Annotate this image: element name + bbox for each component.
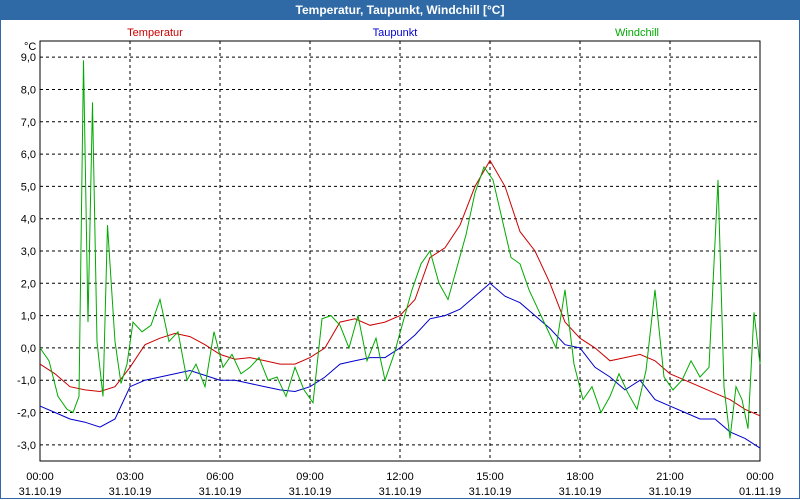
x-tick-date: 31.10.19	[109, 486, 152, 498]
y-tick-label: 3,0	[21, 246, 36, 258]
y-tick-label: 9,0	[21, 52, 36, 64]
y-axis-label: °C	[24, 41, 36, 53]
chart-svg: -3,0 -2,0 -1,0 0,0 1,0 2,0 3,0 4,0 5,0 6,0 7,0 8,0 9…	[17, 27, 781, 498]
x-tick-time: 21:00	[656, 471, 684, 483]
x-tick-date: 31.10.19	[469, 486, 512, 498]
y-tick-label: 6,0	[21, 149, 36, 161]
y-tick-label: -1,0	[17, 375, 36, 387]
y-tick-label: -3,0	[17, 440, 36, 452]
y-axis: -3,0 -2,0 -1,0 0,0 1,0 2,0 3,0 4,0 5,0 6,0 7,0 8,0 9…	[17, 52, 36, 452]
y-tick-label: 4,0	[21, 214, 36, 226]
x-tick-date: 01.11.19	[739, 486, 781, 498]
y-tick-label: 0,0	[21, 343, 36, 355]
x-tick-time: 03:00	[116, 471, 144, 483]
x-tick-date: 31.10.19	[289, 486, 332, 498]
legend-temperatur: Temperatur	[127, 27, 183, 39]
legend-windchill: Windchill	[615, 27, 659, 39]
grid	[40, 41, 760, 461]
y-tick-label: -2,0	[17, 408, 36, 420]
x-tick-date: 31.10.19	[199, 486, 242, 498]
x-tick-time: 15:00	[476, 471, 504, 483]
y-tick-label: 2,0	[21, 278, 36, 290]
y-tick-label: 7,0	[21, 117, 36, 129]
x-axis: 00:00 31.10.19 03:00 31.10.19 06:00 31.10.19 0…	[19, 471, 781, 498]
x-tick-date: 31.10.19	[649, 486, 692, 498]
y-tick-label: 8,0	[21, 84, 36, 96]
x-tick-time: 18:00	[566, 471, 594, 483]
x-tick-time: 09:00	[296, 471, 324, 483]
x-tick-time: 00:00	[746, 471, 774, 483]
legend: Temperatur Taupunkt Windchill	[127, 27, 659, 39]
x-tick-time: 12:00	[386, 471, 414, 483]
y-tick-label: 1,0	[21, 311, 36, 323]
y-tick-label: 5,0	[21, 181, 36, 193]
legend-taupunkt: Taupunkt	[373, 27, 418, 39]
series-windchill-line	[39, 60, 761, 439]
x-tick-time: 00:00	[26, 471, 54, 483]
x-tick-time: 06:00	[206, 471, 234, 483]
x-tick-date: 31.10.19	[379, 486, 422, 498]
x-tick-date: 31.10.19	[559, 486, 602, 498]
x-tick-date: 31.10.19	[19, 486, 62, 498]
